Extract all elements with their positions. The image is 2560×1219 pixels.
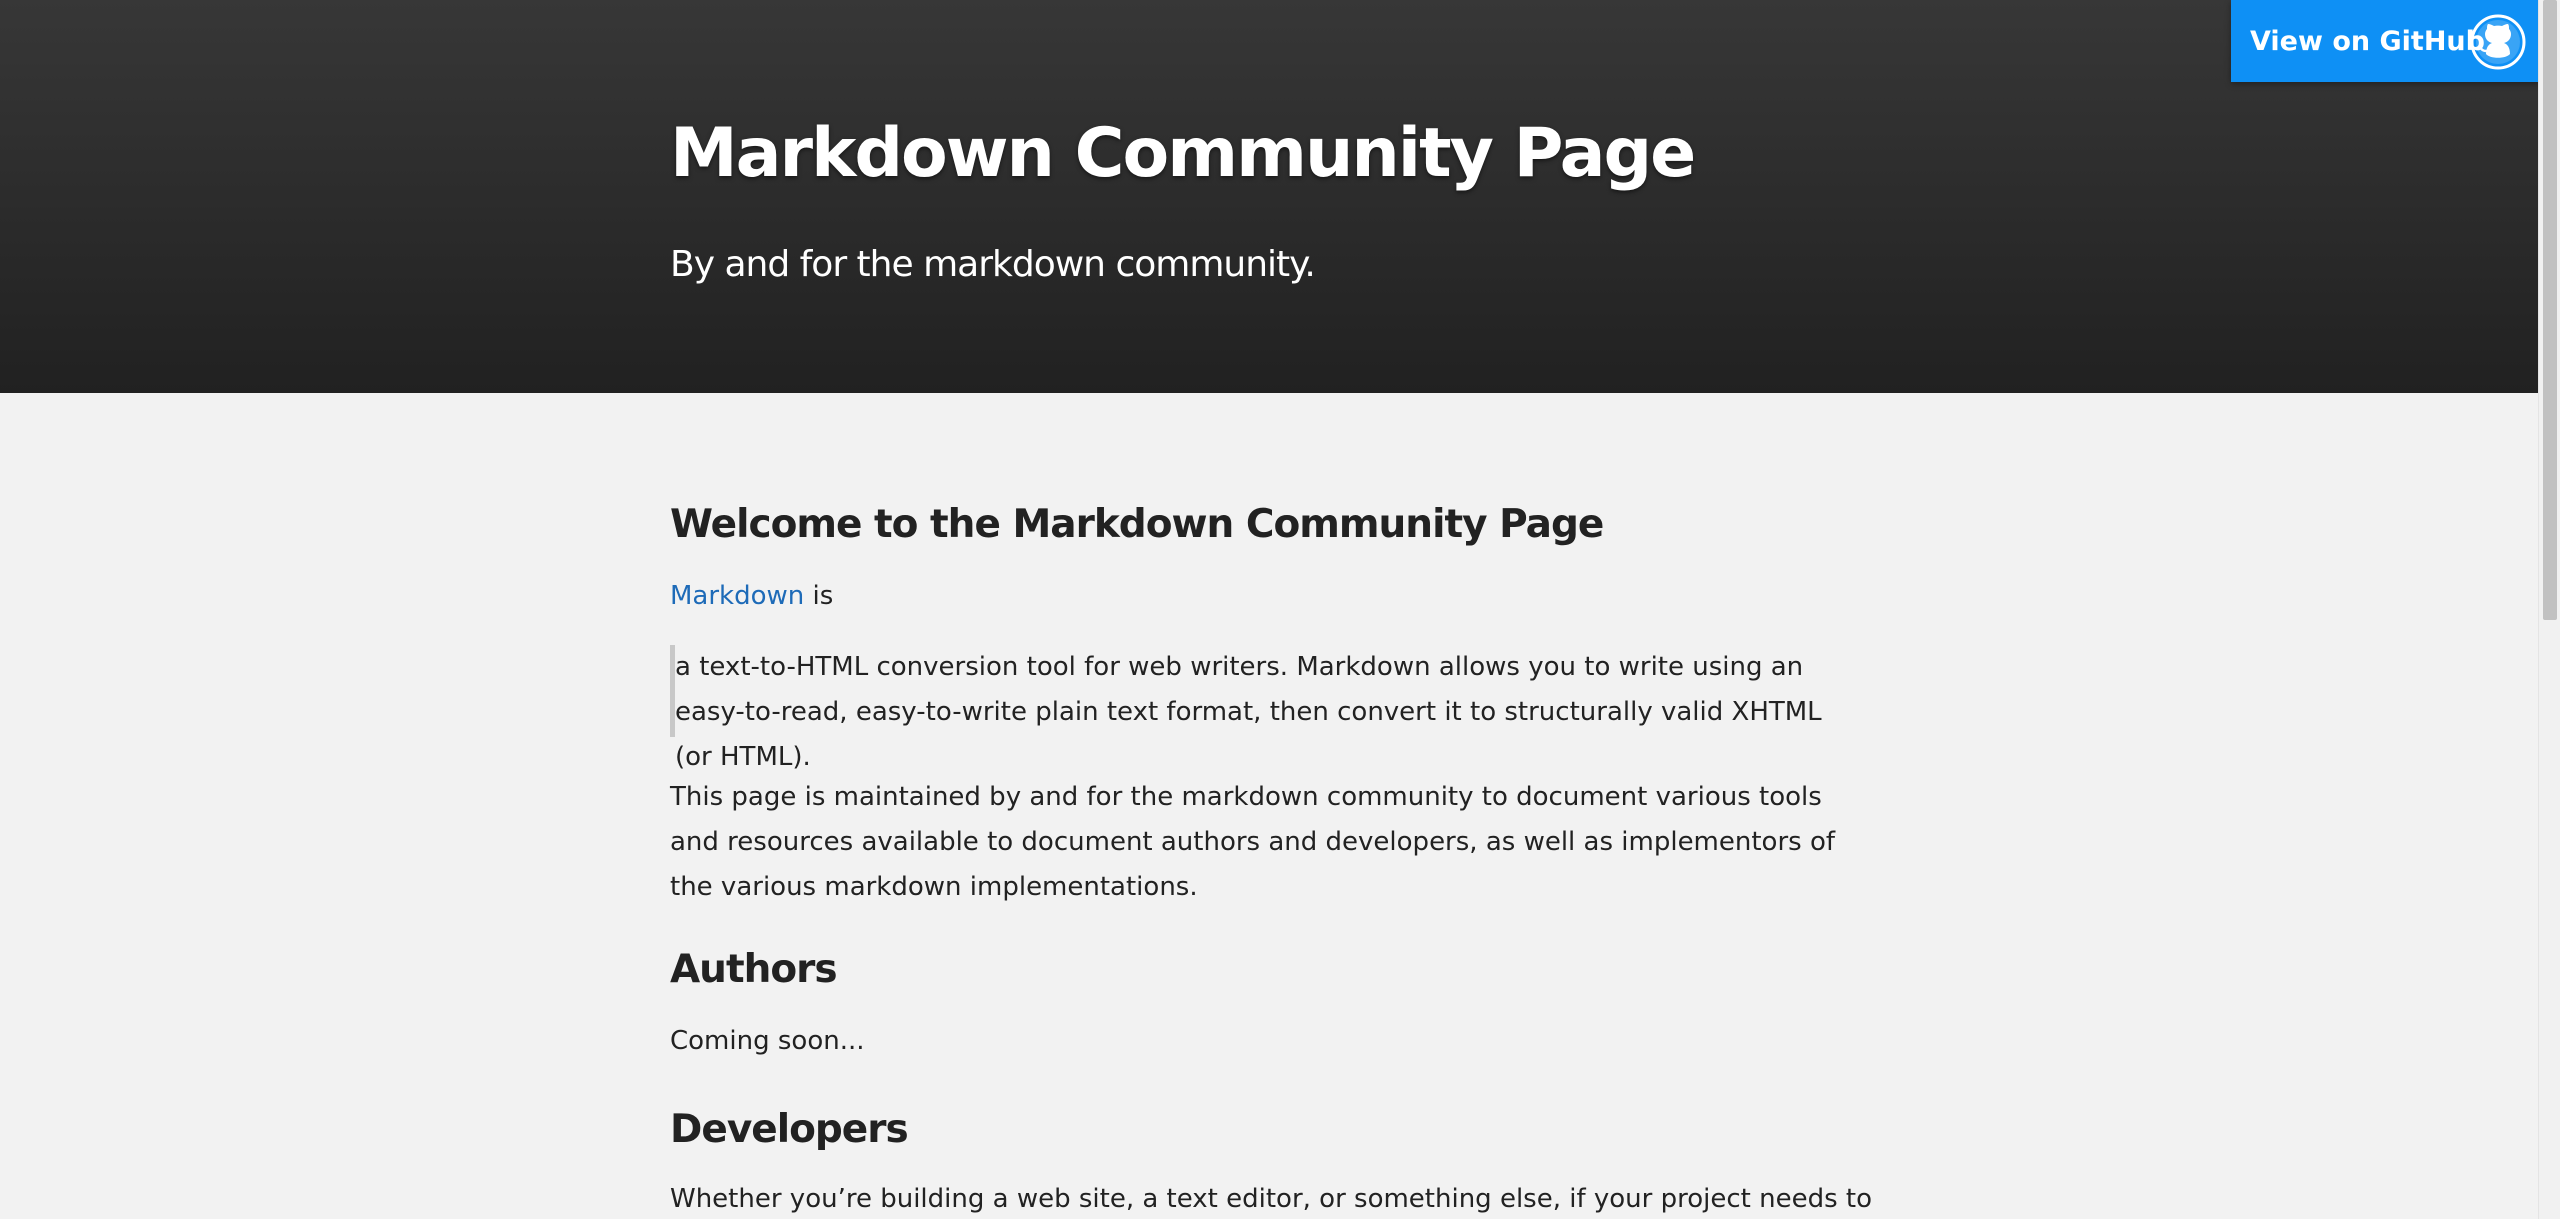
- page: View on GitHub Markdown Community Page B…: [0, 0, 2560, 1219]
- view-on-github-button[interactable]: View on GitHub: [2231, 0, 2538, 82]
- page-title: Markdown Community Page: [670, 114, 1696, 193]
- developers-heading: Developers: [670, 1107, 909, 1152]
- vertical-scrollbar[interactable]: [2538, 0, 2560, 1219]
- github-octocat-icon: [2470, 14, 2526, 70]
- page-tagline: By and for the markdown community.: [670, 244, 1316, 285]
- maintained-paragraph: This page is maintained by and for the m…: [670, 782, 1836, 902]
- github-button-label: View on GitHub: [2250, 26, 2485, 57]
- page-header: View on GitHub Markdown Community Page B…: [0, 0, 2538, 393]
- welcome-heading: Welcome to the Markdown Community Page: [670, 502, 1604, 547]
- blockquote-text: a text-to-HTML conversion tool for web w…: [675, 652, 1822, 772]
- markdown-link[interactable]: Markdown: [670, 581, 804, 611]
- scrollbar-thumb[interactable]: [2543, 0, 2557, 620]
- authors-text: Coming soon...: [670, 1026, 865, 1056]
- intro-paragraph: Markdown is: [670, 574, 833, 619]
- intro-text: is: [804, 581, 834, 611]
- authors-heading: Authors: [670, 947, 838, 992]
- header-inner: View on GitHub Markdown Community Page B…: [670, 0, 2538, 393]
- developers-text: Whether you’re building a web site, a te…: [670, 1184, 1872, 1214]
- scroll-area[interactable]: View on GitHub Markdown Community Page B…: [0, 0, 2538, 1219]
- blockquote: a text-to-HTML conversion tool for web w…: [670, 645, 1870, 772]
